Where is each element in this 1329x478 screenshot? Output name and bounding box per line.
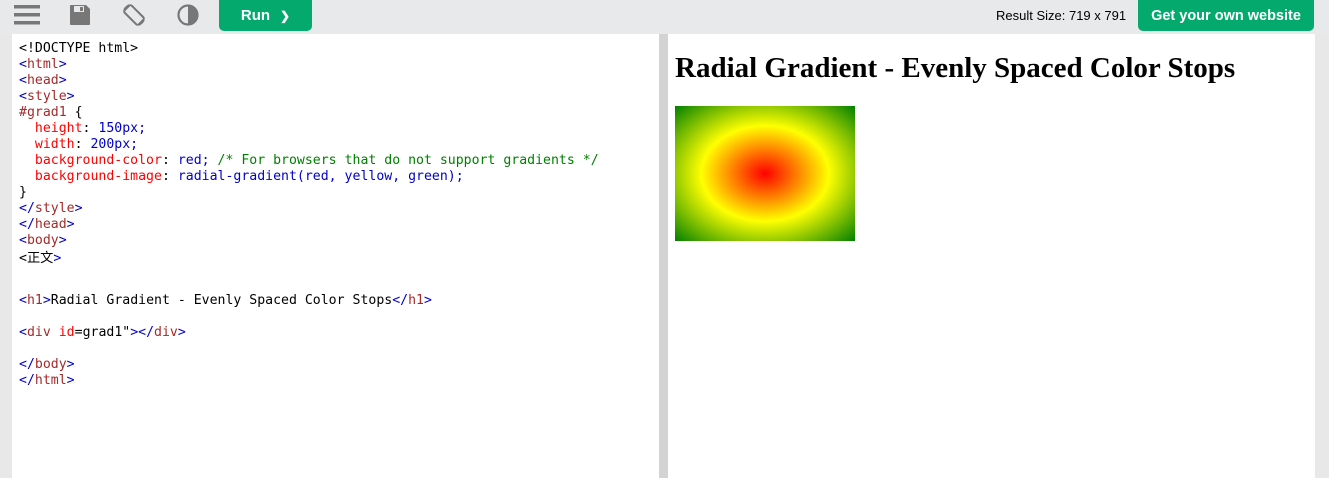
code-line: <body> [19,233,67,248]
hamburger-menu-icon[interactable] [12,0,42,30]
code-line: <head> [19,73,67,88]
code-line: </body> [19,357,75,372]
code-line: <h1>Radial Gradient - Evenly Spaced Colo… [19,293,432,308]
code-line: height: 150px; [34,121,147,136]
result-heading: Radial Gradient - Evenly Spaced Color St… [675,52,1236,84]
radial-gradient-box [675,106,855,241]
code-line: ​ [19,277,599,293]
code-line: <style> [19,89,75,104]
result-pane: Radial Gradient - Evenly Spaced Color St… [668,34,1315,478]
save-icon[interactable] [68,0,92,30]
contrast-theme-icon[interactable] [176,0,200,30]
code-line: </style> [19,201,83,216]
get-your-own-website-button[interactable]: Get your own website [1138,0,1314,31]
code-text[interactable]: <!DOCTYPE html> <html> <head> <style> #grad1… [19,41,599,389]
code-line: } [19,185,27,200]
result-size-label: Result Size: 719 x 791 [996,8,1127,23]
code-line: background-image: radial-gradient(red, y… [34,169,464,184]
run-button-label: Run [240,7,271,24]
run-button[interactable]: Run ❯ [219,0,312,31]
code-line: <html> [19,57,67,72]
code-line: width: 200px; [34,137,139,152]
pane-resize-handle[interactable] [659,34,668,478]
code-line: </html> [19,373,75,388]
code-line: <正文> [19,251,62,266]
rotate-orientation-icon[interactable] [120,0,148,30]
code-line: <!DOCTYPE html> [19,41,139,56]
code-line: #grad1 { [19,105,83,120]
toolbar: Run ❯ Result Size: 719 x 791 Get your ow… [0,0,1329,34]
code-line: ​ [19,309,599,325]
right-scroll-gutter [1315,34,1329,478]
code-line: </head> [19,217,75,232]
code-line: background-color: red; /* For browsers t… [34,153,599,168]
code-line: <div id=grad1"></div> [19,325,186,340]
code-line: ​ [19,341,599,357]
code-editor[interactable]: <!DOCTYPE html> <html> <head> <style> #grad1… [12,34,659,478]
chevron-right-icon: ❯ [280,8,291,23]
